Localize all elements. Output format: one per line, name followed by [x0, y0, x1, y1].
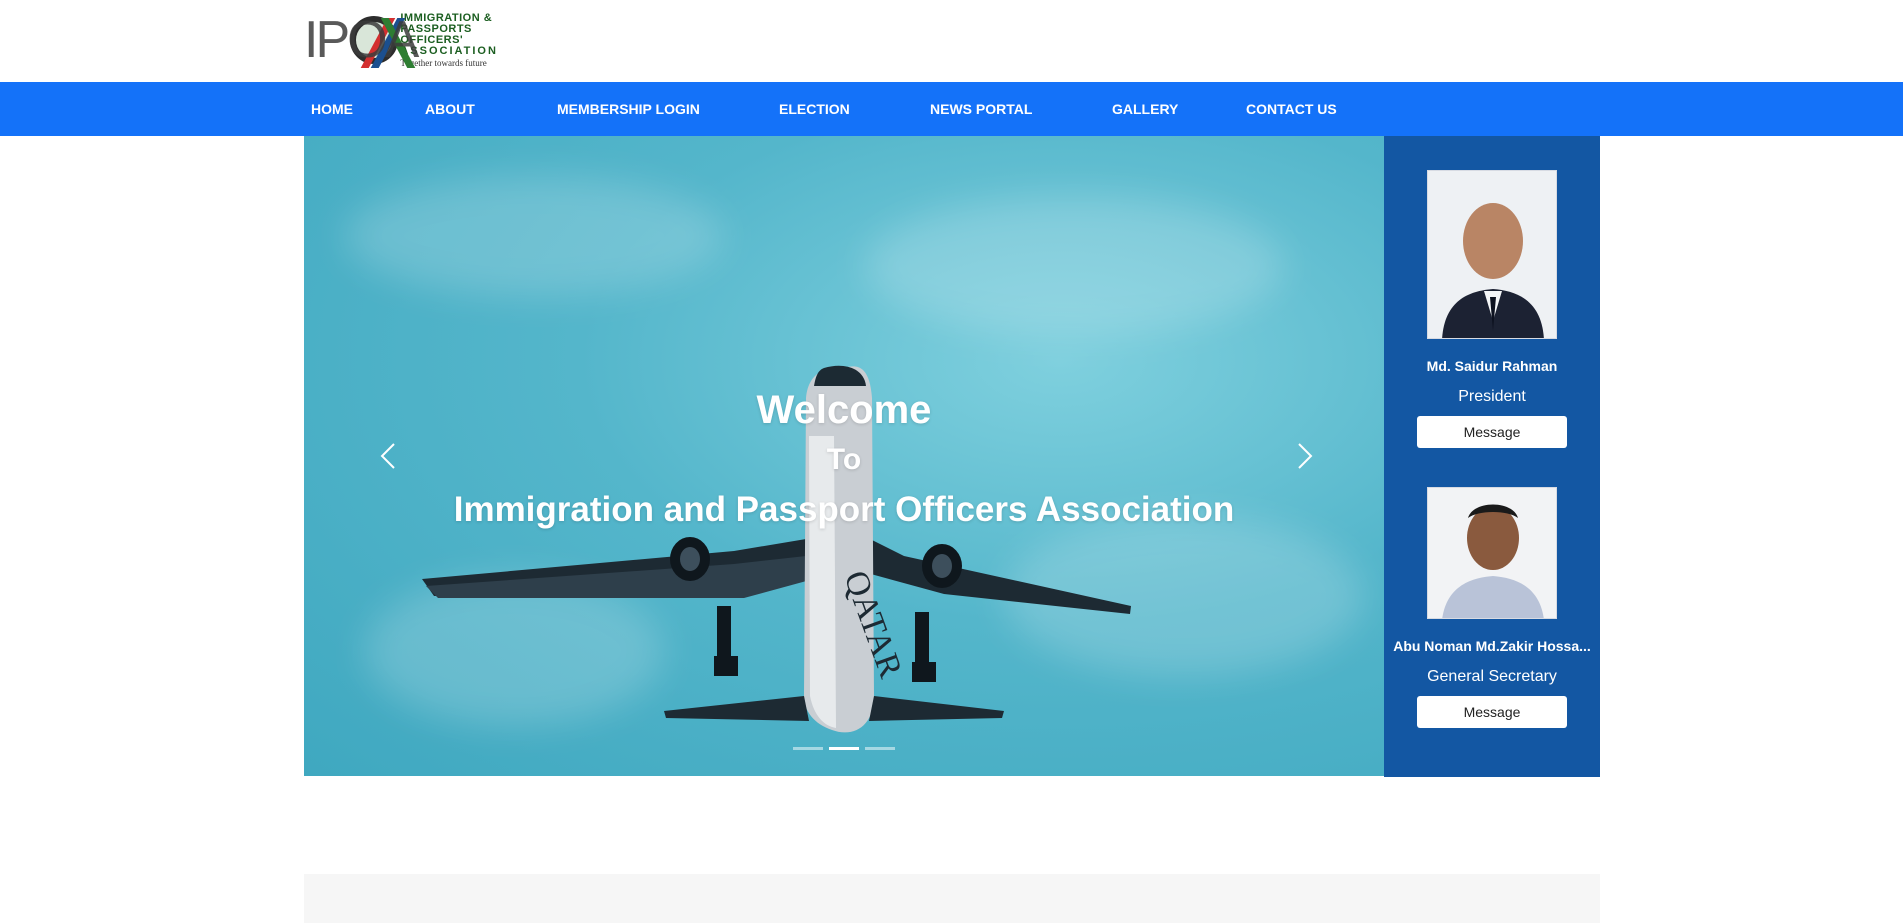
carousel-next-button[interactable] [1289, 436, 1319, 476]
logo-mark: IPOA [304, 14, 419, 68]
president-message-button[interactable]: Message [1417, 416, 1567, 448]
nav-gallery[interactable]: GALLERY [1112, 82, 1178, 136]
carousel-indicator-3[interactable] [865, 747, 895, 750]
official-card-general-secretary: Abu Noman Md.Zakir Hossa... General Secr… [1384, 487, 1600, 728]
official-role: General Secretary [1427, 668, 1557, 685]
logo-line-3: ASSOCIATION [400, 44, 498, 57]
logo-line-1: IMMIGRATION & [400, 11, 493, 24]
official-card-president: Md. Saidur Rahman President Message [1384, 170, 1600, 448]
officials-panel: Md. Saidur Rahman President Message Abu … [1384, 136, 1600, 777]
carousel-indicator-2[interactable] [829, 747, 859, 750]
nav-membership-login[interactable]: MEMBERSHIP LOGIN [557, 82, 700, 136]
official-name: Abu Noman Md.Zakir Hossa... [1393, 638, 1591, 654]
general-secretary-message-button[interactable]: Message [1417, 696, 1567, 728]
nav-news-portal[interactable]: NEWS PORTAL [930, 82, 1032, 136]
general-secretary-photo [1427, 487, 1557, 619]
chevron-left-icon [380, 443, 395, 469]
site-header: IPOA IMMIGRATION & PASSPORTS OFFICERS' A… [0, 0, 1903, 82]
nav-election[interactable]: ELECTION [779, 82, 850, 136]
site-logo[interactable]: IPOA IMMIGRATION & PASSPORTS OFFICERS' A… [304, 11, 514, 68]
main-nav: HOME ABOUT MEMBERSHIP LOGIN ELECTION NEW… [0, 82, 1903, 136]
hero-welcome: Welcome [756, 388, 932, 432]
logo-text: IMMIGRATION & PASSPORTS OFFICERS' ASSOCI… [400, 11, 514, 68]
hero-caption: Welcome To Immigration and Passport Offi… [304, 384, 1384, 536]
chevron-right-icon [1298, 443, 1313, 469]
president-photo [1427, 170, 1557, 339]
hero-title: Immigration and Passport Officers Associ… [453, 490, 1235, 529]
hero-carousel[interactable]: QATAR Welcome To Immigration and Passpor… [304, 136, 1384, 776]
nav-contact-us[interactable]: CONTACT US [1246, 82, 1337, 136]
logo-tagline: Together towards future [400, 57, 487, 68]
hero-to: To [826, 443, 862, 476]
carousel-indicator-1[interactable] [793, 747, 823, 750]
official-role: President [1458, 388, 1526, 405]
carousel-indicators [304, 747, 1384, 750]
logo-line-2: PASSPORTS OFFICERS' [400, 22, 472, 46]
content-section [304, 874, 1600, 923]
official-name: Md. Saidur Rahman [1426, 358, 1558, 374]
nav-home[interactable]: HOME [311, 82, 353, 136]
logo-letters: IPOA [304, 11, 419, 69]
nav-about[interactable]: ABOUT [425, 82, 475, 136]
carousel-prev-button[interactable] [374, 436, 404, 476]
